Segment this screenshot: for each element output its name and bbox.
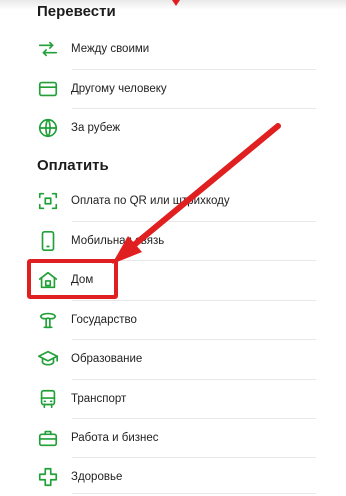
phone-icon (36, 229, 60, 253)
menu-item-label: Здоровье (71, 471, 123, 483)
menu-item-another-person[interactable]: Другому человеку (31, 70, 316, 108)
globe-icon (36, 116, 60, 140)
graduation-cap-icon (36, 347, 60, 371)
menu-item-label: Государство (71, 314, 137, 326)
section-title-transfer: Перевести (37, 3, 116, 20)
health-cross-icon (36, 465, 60, 489)
highlight-box (27, 259, 118, 299)
menu-item-transport[interactable]: Транспорт (31, 380, 316, 418)
menu-item-label: Оплата по QR или штрихкоду (71, 195, 230, 207)
government-icon (36, 308, 60, 332)
menu-item-abroad[interactable]: За рубеж (31, 109, 316, 147)
card-icon (36, 77, 60, 101)
qr-scan-icon (36, 189, 60, 213)
menu-item-label: За рубеж (71, 122, 121, 134)
menu-item-label: Транспорт (71, 393, 127, 405)
menu-item-qr-payment[interactable]: Оплата по QR или штрихкоду (31, 182, 316, 220)
menu-item-label: Мобильная связь (71, 235, 165, 247)
menu-item-government[interactable]: Государство (31, 301, 316, 339)
menu-item-education[interactable]: Образование (31, 340, 316, 378)
menu-item-label: Работа и бизнес (71, 432, 159, 444)
menu-item-between-own[interactable]: Между своими (31, 30, 316, 68)
transfer-arrows-icon (36, 37, 60, 61)
menu-item-work-business[interactable]: Работа и бизнес (31, 419, 316, 457)
menu-item-label: Другому человеку (71, 83, 167, 95)
menu-item-health[interactable]: Здоровье (31, 458, 316, 496)
section-title-pay: Оплатить (37, 157, 109, 174)
bus-icon (36, 387, 60, 411)
menu-item-mobile[interactable]: Мобильная связь (31, 222, 316, 260)
divider (72, 493, 316, 494)
menu-item-label: Образование (71, 353, 143, 365)
briefcase-icon (36, 426, 60, 450)
menu-item-label: Между своими (71, 43, 150, 55)
